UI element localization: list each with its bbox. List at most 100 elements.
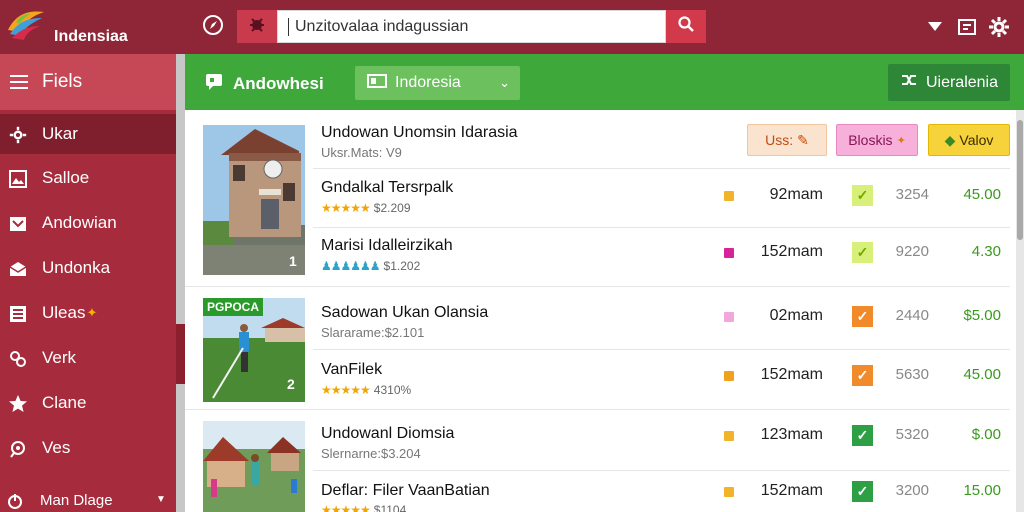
sidebar-item-label: Verk — [42, 348, 77, 367]
sidebar-item-label: Ves — [42, 438, 71, 457]
checkbox-check-icon[interactable]: ✓ — [852, 242, 873, 263]
row-count: 2440 — [895, 307, 929, 324]
sidebar-scrollbar[interactable] — [176, 54, 185, 512]
sidebar-header[interactable]: Fiels — [0, 54, 176, 110]
row-count: 3254 — [895, 186, 929, 203]
row-title[interactable]: VanFilek — [321, 361, 382, 379]
row-title[interactable]: Gndalkal Tersrpalk — [321, 179, 453, 197]
brand-name: Indensiaa — [54, 28, 128, 45]
sidebar-item-label: Uleas — [42, 303, 86, 322]
row-title[interactable]: Sadowan Ukan Olansia — [321, 304, 488, 322]
star-icon — [7, 393, 29, 415]
row-title[interactable]: Undowanl Diomsia — [321, 425, 454, 443]
row-subtitle: Slararame:$2.101 — [321, 325, 425, 340]
sidebar-item-clane[interactable]: Clane — [0, 383, 176, 423]
chip-label: Bloskis — [848, 132, 893, 148]
bug-button[interactable] — [237, 10, 277, 43]
search-input[interactable]: Unzitovalaa indagussian — [277, 10, 666, 43]
thumbnail-badge: PGPOCA — [203, 298, 264, 316]
sidebar-scroll-thumb[interactable] — [176, 324, 185, 384]
sidebar-item-ves[interactable]: Ves — [0, 428, 176, 468]
status-square — [724, 312, 734, 322]
top-header: Indensiaa Unzitovalaa indagussian — [0, 0, 1024, 54]
checkbox-check-icon[interactable]: ✓ — [852, 425, 873, 446]
sidebar-item-uleas[interactable]: Uleas ✦ — [0, 293, 176, 333]
filter-chip-bloskis[interactable]: Bloskis ✦ — [836, 124, 918, 156]
row-duration: 152mam — [760, 366, 823, 383]
checkbox-check-icon[interactable]: ✓ — [852, 365, 873, 386]
pin-icon: ✎ — [797, 131, 809, 148]
status-square — [724, 191, 734, 201]
chip-label: Uss: — [765, 132, 794, 148]
sidebar-item-andowian[interactable]: Andowian — [0, 203, 176, 243]
checkbox-check-icon[interactable]: ✓ — [852, 185, 873, 206]
row-price: 15.00 — [963, 482, 1001, 499]
thumbnail-number: 1 — [289, 253, 297, 269]
checkbox-check-icon[interactable]: ✓ — [852, 306, 873, 327]
row-duration: 152mam — [760, 243, 823, 260]
hamburger-menu-icon[interactable] — [10, 74, 28, 90]
search-button[interactable] — [666, 10, 706, 43]
results-panel: 1 PGPOCA 2 Undowan Unomsin Idarasia Uksr… — [185, 110, 1016, 512]
row-subtitle: Uksr.Mats: V9 — [321, 145, 402, 160]
row-meta-value: 4310% — [373, 383, 412, 397]
row-count: 5320 — [895, 426, 929, 443]
gear-icon — [7, 124, 29, 146]
toolbar-title: Andowhesi — [205, 72, 324, 95]
search-icon — [677, 15, 695, 38]
row-meta-value: $1104 — [373, 503, 407, 512]
row-price: 45.00 — [963, 186, 1001, 203]
content-scroll-thumb[interactable] — [1017, 120, 1023, 240]
sidebar-item-verk[interactable]: Verk — [0, 338, 176, 378]
row-price: $5.00 — [963, 307, 1001, 324]
row-duration: 123mam — [760, 426, 823, 443]
row-divider — [313, 349, 1010, 350]
export-icon[interactable] — [954, 14, 980, 40]
row-title[interactable]: Deflar: Filer VaanBatian — [321, 482, 490, 500]
country-select-value: Indoresia — [395, 74, 461, 91]
mail-icon — [7, 258, 29, 280]
toolbar-action-button[interactable]: Uieralenia — [888, 64, 1010, 101]
sidebar-item-label: Ukar — [42, 124, 78, 143]
filter-chip-uss[interactable]: Uss: ✎ — [747, 124, 827, 156]
checkbox-check-icon[interactable]: ✓ — [852, 481, 873, 502]
rating-stars: ★★★★★ — [321, 201, 371, 215]
country-select[interactable]: Indoresia ⌄ — [355, 66, 520, 100]
sidebar: Fiels Ukar Salloe Andowian Undonka Uleas… — [0, 54, 185, 512]
compass-icon[interactable] — [200, 12, 226, 38]
row-price: 4.30 — [971, 243, 1001, 260]
sidebar-item-salloe[interactable]: Salloe — [0, 158, 176, 198]
row-title[interactable]: Marisi Idalleirzikah — [321, 237, 453, 255]
content-scrollbar[interactable] — [1016, 110, 1024, 512]
row-meta-value: $1.202 — [383, 259, 421, 273]
row-meta-value: $2.209 — [373, 201, 411, 215]
bug-icon — [247, 14, 267, 39]
status-square — [724, 248, 734, 258]
chip-label: Valov — [959, 132, 994, 148]
thumbnail-image-3[interactable] — [203, 421, 305, 512]
gear-icon[interactable] — [985, 13, 1013, 41]
rating-stars: ★★★★★ — [321, 383, 371, 397]
sidebar-footer[interactable]: Man Dlage ▼ — [0, 492, 176, 512]
sparkle-icon: ✦ — [896, 134, 906, 147]
sidebar-item-undonka[interactable]: Undonka — [0, 248, 176, 288]
row-title[interactable]: Undowan Unomsin Idarasia — [321, 124, 518, 142]
row-subtitle: Slernarne:$3.204 — [321, 446, 421, 461]
status-square — [724, 371, 734, 381]
row-divider — [185, 409, 1010, 410]
rating-people-icons: ♟♟♟♟♟♟ — [321, 259, 381, 273]
sidebar-footer-label: Man Dlage — [40, 492, 113, 509]
dropdown-triangle-icon[interactable] — [922, 14, 948, 40]
chat-icon — [205, 72, 223, 95]
row-meta: ♟♟♟♟♟♟ $1.202 — [321, 259, 420, 273]
sidebar-title: Fiels — [42, 71, 83, 92]
shuffle-icon — [900, 71, 918, 94]
row-divider — [313, 168, 1010, 169]
sidebar-item-ukar[interactable]: Ukar — [0, 114, 176, 154]
thumbnail-image-2[interactable]: PGPOCA 2 — [203, 298, 305, 402]
rating-stars: ★★★★★ — [321, 503, 371, 512]
filter-chip-valov[interactable]: ◆ Valov — [928, 124, 1010, 156]
sidebar-item-label: Salloe — [42, 168, 90, 187]
thumbnail-image-1[interactable]: 1 — [203, 125, 305, 275]
brand-logo[interactable] — [6, 8, 46, 44]
